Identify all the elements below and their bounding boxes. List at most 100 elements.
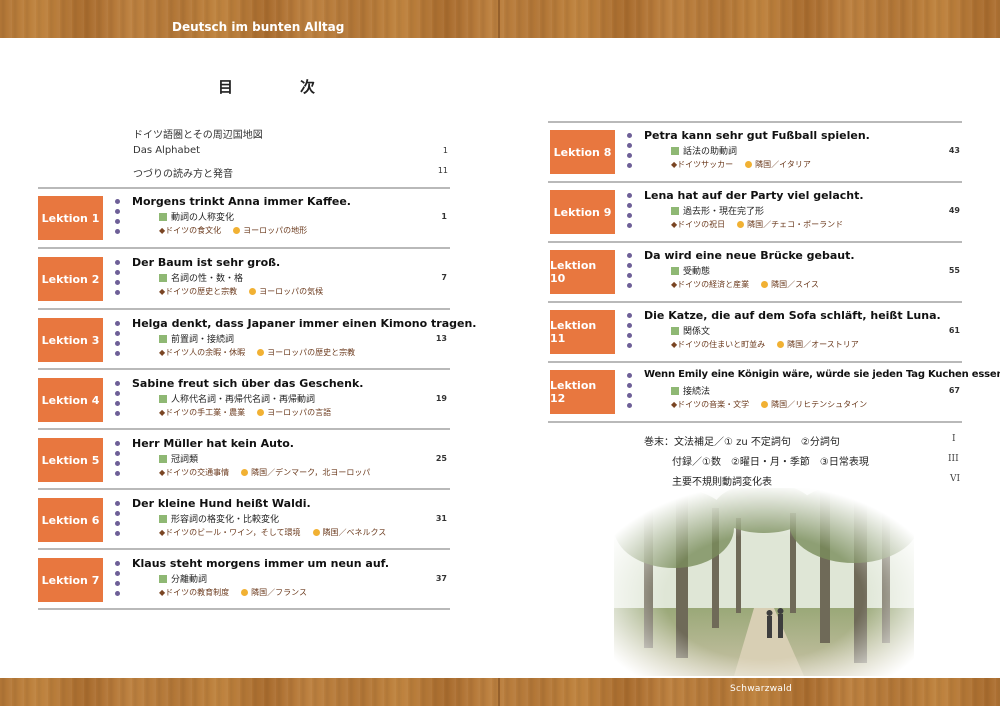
green-square-icon [159,274,167,282]
yellow-circle-icon [777,341,785,348]
yellow-circle-icon [233,227,241,234]
appendix-item-verb-table[interactable]: 主要不規則動詞変化表 [672,473,772,488]
toc-heading: 目 次 [218,78,342,96]
dot-column [627,253,633,293]
front-matter-page: 11 [437,166,448,175]
lesson-title: Wenn Emily eine Königin wäre, würde sie … [644,369,1000,380]
lesson-page-number: 1 [441,212,447,221]
lesson-page-number: 7 [441,273,447,282]
lesson-entry[interactable]: Lektion 1 Morgens trinkt Anna immer Kaff… [38,192,450,250]
lesson-badge: Lektion 11 [550,310,615,354]
lesson-grammar: 冠詞類 [159,452,198,465]
lesson-culture: ◆ドイツの歴史と宗教 ヨーロッパの気候 [159,287,324,296]
dot-column [627,193,633,233]
lesson-entry[interactable]: Lektion 5 Herr Müller hat kein Auto. 冠詞類… [38,434,450,492]
dot-column [627,133,633,173]
dot-column [115,321,121,361]
lesson-grammar: 関係文 [671,324,710,337]
lesson-culture: ◆ドイツの手工業・農業 ヨーロッパの言語 [159,408,332,417]
lesson-page-number: 67 [948,386,960,395]
dot-column [115,501,121,541]
lesson-page-number: 19 [435,394,447,403]
lesson-entry[interactable]: Lektion 6 Der kleine Hund heißt Waldi. 形… [38,494,450,552]
green-square-icon [159,335,167,343]
dot-column [627,373,633,413]
lesson-title: Die Katze, die auf dem Sofa schläft, hei… [644,309,941,322]
divider [548,121,962,123]
yellow-circle-icon [241,469,249,476]
lesson-badge: Lektion 8 [550,130,615,174]
lesson-badge: Lektion 9 [550,190,615,234]
lesson-entry[interactable]: Lektion 3 Helga denkt, dass Japaner imme… [38,314,476,372]
appendix-item-supplement[interactable]: 付録／①数 ②曜日・月・季節 ③日常表現 [672,453,869,468]
green-square-icon [671,147,679,155]
lesson-culture: ◆ドイツの住まいと町並み 隣国／オーストリア [671,340,859,349]
lesson-page-number: 13 [435,334,447,343]
lesson-entry[interactable]: Lektion 2 Der Baum ist sehr groß. 名詞の性・数… [38,253,450,311]
lesson-title: Helga denkt, dass Japaner immer einen Ki… [132,317,477,330]
divider [38,187,450,189]
lesson-grammar: 過去形・現在完了形 [671,204,764,217]
lesson-badge: Lektion 10 [550,250,615,294]
yellow-circle-icon [745,161,753,168]
lesson-entry[interactable]: Lektion 9 Lena hat auf der Party viel ge… [550,186,962,244]
yellow-circle-icon [257,349,265,356]
lesson-title: Petra kann sehr gut Fußball spielen. [644,129,870,142]
green-square-icon [159,515,167,523]
green-square-icon [159,455,167,463]
wood-header-bar [0,0,1000,38]
lesson-culture: ◆ドイツサッカー 隣国／イタリア [671,160,811,169]
front-matter-item[interactable]: つづりの読み方と発音 11 [133,165,448,180]
front-matter-label: Das Alphabet [133,145,201,156]
lesson-culture: ◆ドイツの教育制度 隣国／フランス [159,588,307,597]
appendix-page: VI [950,474,961,484]
book-spine-top [498,0,500,38]
lesson-title: Der kleine Hund heißt Waldi. [132,497,311,510]
lesson-entry[interactable]: Lektion 8 Petra kann sehr gut Fußball sp… [550,126,962,184]
lesson-badge: Lektion 6 [38,498,103,542]
green-square-icon [671,327,679,335]
lesson-page-number: 49 [948,206,960,215]
lesson-title: Der Baum ist sehr groß. [132,256,281,269]
yellow-circle-icon [737,221,745,228]
lesson-page-number: 31 [435,514,447,523]
front-matter-item[interactable]: Das Alphabet 1 [133,145,448,156]
dot-column [115,199,121,239]
yellow-circle-icon [312,529,320,536]
lesson-culture: ◆ドイツの経済と産業 隣国／スイス [671,280,819,289]
lesson-grammar: 形容詞の格変化・比較変化 [159,512,279,525]
lesson-entry[interactable]: Lektion 12 Wenn Emily eine Königin wäre,… [550,366,1000,424]
photo-caption: Schwarzwald [730,684,793,694]
lesson-culture: ◆ドイツのビール・ワイン，そして環境 隣国／ベネルクス [159,528,387,537]
lesson-entry[interactable]: Lektion 4 Sabine freut sich über das Ges… [38,374,450,432]
lesson-entry[interactable]: Lektion 10 Da wird eine neue Brücke geba… [550,246,962,304]
lesson-grammar: 動詞の人称変化 [159,210,234,223]
lesson-title: Lena hat auf der Party viel gelacht. [644,189,864,202]
lesson-culture: ◆ドイツの食文化 ヨーロッパの地形 [159,226,308,235]
lesson-badge: Lektion 3 [38,318,103,362]
lesson-grammar: 受動態 [671,264,710,277]
lesson-title: Klaus steht morgens immer um neun auf. [132,557,390,570]
lesson-badge: Lektion 5 [38,438,103,482]
lesson-culture: ◆ドイツの祝日 隣国／チェコ・ポーランド [671,220,844,229]
lesson-title: Herr Müller hat kein Auto. [132,437,294,450]
front-matter-item[interactable]: ドイツ語圏とその周辺国地図 [133,126,448,141]
lesson-page-number: 55 [948,266,960,275]
lesson-badge: Lektion 2 [38,257,103,301]
lesson-entry[interactable]: Lektion 11 Die Katze, die auf dem Sofa s… [550,306,962,364]
lesson-page-number: 37 [435,574,447,583]
dot-column [115,441,121,481]
lesson-title: Sabine freut sich über das Geschenk. [132,377,364,390]
appendix-page: I [952,434,956,444]
lesson-grammar: 名詞の性・数・格 [159,271,243,284]
lesson-grammar: 話法の助動詞 [671,144,737,157]
lesson-badge: Lektion 4 [38,378,103,422]
yellow-circle-icon [761,281,769,288]
wood-footer-bar [0,678,1000,706]
green-square-icon [159,213,167,221]
appendix-item-grammar[interactable]: 巻末：文法補足／① zu 不定詞句 ②分詞句 [644,433,840,448]
lesson-entry[interactable]: Lektion 7 Klaus steht morgens immer um n… [38,554,450,612]
lesson-grammar: 前置詞・接続詞 [159,332,234,345]
lesson-page-number: 25 [435,454,447,463]
lesson-title: Morgens trinkt Anna immer Kaffee. [132,195,351,208]
